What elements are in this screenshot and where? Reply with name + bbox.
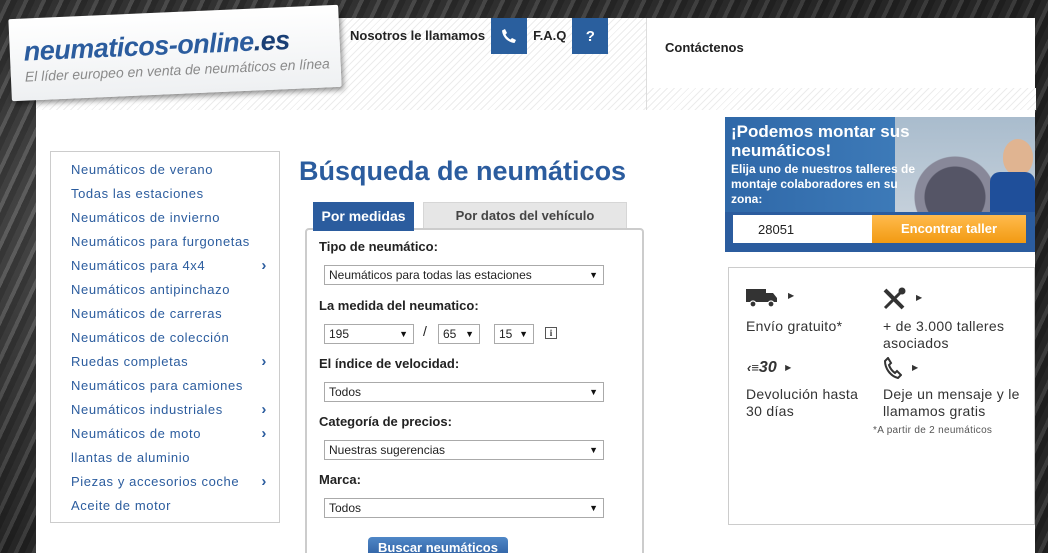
help-icon[interactable]: ? <box>572 18 609 54</box>
tire-size-label: La medida del neumatico: <box>319 298 479 313</box>
arrow-right-icon: ▶ <box>916 293 923 302</box>
chevron-right-icon[interactable]: › <box>261 470 267 494</box>
sidebar-item[interactable]: Neumáticos de invierno <box>51 206 279 230</box>
returns-text: Devolución hasta 30 días <box>746 386 859 419</box>
sidebar-item[interactable]: Ruedas completas › <box>51 350 279 374</box>
arrow-right-icon: ▶ <box>912 363 919 372</box>
sidebar-item[interactable]: Piezas y accesorios coche › <box>51 470 279 494</box>
sidebar-item[interactable]: Neumáticos industriales › <box>51 398 279 422</box>
price-category-select[interactable]: Nuestras sugerencias ▼ <box>324 440 604 460</box>
promo-text: Elija uno de nuestros talleres de montaj… <box>731 162 916 206</box>
phone-icon: ▶ <box>883 356 918 385</box>
width-select[interactable]: 195 ▼ <box>324 324 414 344</box>
brand-select[interactable]: Todos ▼ <box>324 498 604 518</box>
sidebar-item[interactable]: Neumáticos antipinchazo <box>51 278 279 302</box>
chevron-right-icon[interactable]: › <box>261 398 267 422</box>
logo[interactable]: neumaticos-online.es El líder europeo en… <box>8 4 342 102</box>
ratio-value: 65 <box>443 327 457 341</box>
price-category-value: Nuestras sugerencias <box>329 443 446 457</box>
sidebar-item[interactable]: Aceite de motor <box>51 494 279 518</box>
dropdown-arrow-icon: ▼ <box>465 329 474 339</box>
width-value: 195 <box>329 327 350 341</box>
sidebar-item[interactable]: Neumáticos de verano <box>51 158 279 182</box>
contact-link[interactable]: Contáctenos <box>665 40 744 55</box>
page-title: Búsqueda de neumáticos <box>299 156 627 186</box>
tools-icon: ▶ <box>882 287 922 317</box>
rim-value: 15 <box>499 327 513 341</box>
speed-index-value: Todos <box>329 385 362 399</box>
promo-title: ¡Podemos montar sus neumáticos! <box>731 122 910 160</box>
returns-30-icon: ‹≡30 ▶ <box>747 359 792 376</box>
truck-icon: ▶ <box>746 287 794 315</box>
info-icon[interactable]: i <box>545 327 557 339</box>
workshops-text: + de 3.000 talleres asociados <box>883 318 1005 351</box>
dropdown-arrow-icon: ▼ <box>589 387 598 397</box>
sidebar-item[interactable]: Neumáticos de moto › <box>51 422 279 446</box>
sidebar-item[interactable]: Neumáticos de carreras <box>51 302 279 326</box>
chevron-right-icon[interactable]: › <box>261 254 267 278</box>
sidebar-item[interactable]: Neumáticos para 4x4 › <box>51 254 279 278</box>
speed-index-select[interactable]: Todos ▼ <box>324 382 604 402</box>
dropdown-arrow-icon: ▼ <box>589 503 598 513</box>
call-me-link[interactable]: Nosotros le llamamos <box>344 18 491 54</box>
sidebar-item[interactable]: Todas las estaciones <box>51 182 279 206</box>
search-tires-button[interactable]: Buscar neumáticos <box>368 537 508 553</box>
header-right-panel <box>646 18 1036 110</box>
dropdown-arrow-icon: ▼ <box>589 445 598 455</box>
tab-by-size[interactable]: Por medidas <box>313 202 414 231</box>
tire-type-label: Tipo de neumático: <box>319 239 438 254</box>
chevron-right-icon[interactable]: › <box>261 422 267 446</box>
top-nav: Nosotros le llamamos F.A.Q ? <box>344 18 609 54</box>
dropdown-arrow-icon: ▼ <box>399 329 408 339</box>
tire-type-value: Neumáticos para todas las estaciones <box>329 268 532 282</box>
dropdown-arrow-icon: ▼ <box>589 270 598 280</box>
ratio-select[interactable]: 65 ▼ <box>438 324 480 344</box>
dropdown-arrow-icon: ▼ <box>519 329 528 339</box>
sidebar-item[interactable]: Neumáticos para furgonetas <box>51 230 279 254</box>
sidebar-item[interactable]: Neumáticos para camiones <box>51 374 279 398</box>
brand-label: Marca: <box>319 472 361 487</box>
arrow-right-icon: ▶ <box>788 291 795 300</box>
callback-text: Deje un mensaje y le llamamos gratis <box>883 386 1020 419</box>
speed-index-label: El índice de velocidad: <box>319 356 460 371</box>
postal-code-input[interactable] <box>733 215 873 243</box>
price-category-label: Categoría de precios: <box>319 414 452 429</box>
free-shipping-text: Envío gratuito* <box>746 318 843 334</box>
sidebar-item[interactable]: llantas de aluminio <box>51 446 279 470</box>
arrow-right-icon: ▶ <box>785 363 792 373</box>
tab-by-vehicle[interactable]: Por datos del vehículo <box>423 202 627 229</box>
chevron-right-icon[interactable]: › <box>261 350 267 374</box>
mechanic-head <box>1003 139 1033 175</box>
faq-link[interactable]: F.A.Q <box>527 18 572 54</box>
size-separator: / <box>423 323 427 339</box>
category-sidebar: Neumáticos de verano Todas las estacione… <box>50 151 280 523</box>
phone-icon[interactable] <box>491 18 528 54</box>
shipping-footnote: *A partir de 2 neumáticos <box>873 425 993 436</box>
brand-value: Todos <box>329 501 362 515</box>
rim-select[interactable]: 15 ▼ <box>494 324 534 344</box>
find-workshop-button[interactable]: Encontrar taller <box>872 215 1026 243</box>
sidebar-item[interactable]: Neumáticos de colección <box>51 326 279 350</box>
tire-type-select[interactable]: Neumáticos para todas las estaciones ▼ <box>324 265 604 285</box>
